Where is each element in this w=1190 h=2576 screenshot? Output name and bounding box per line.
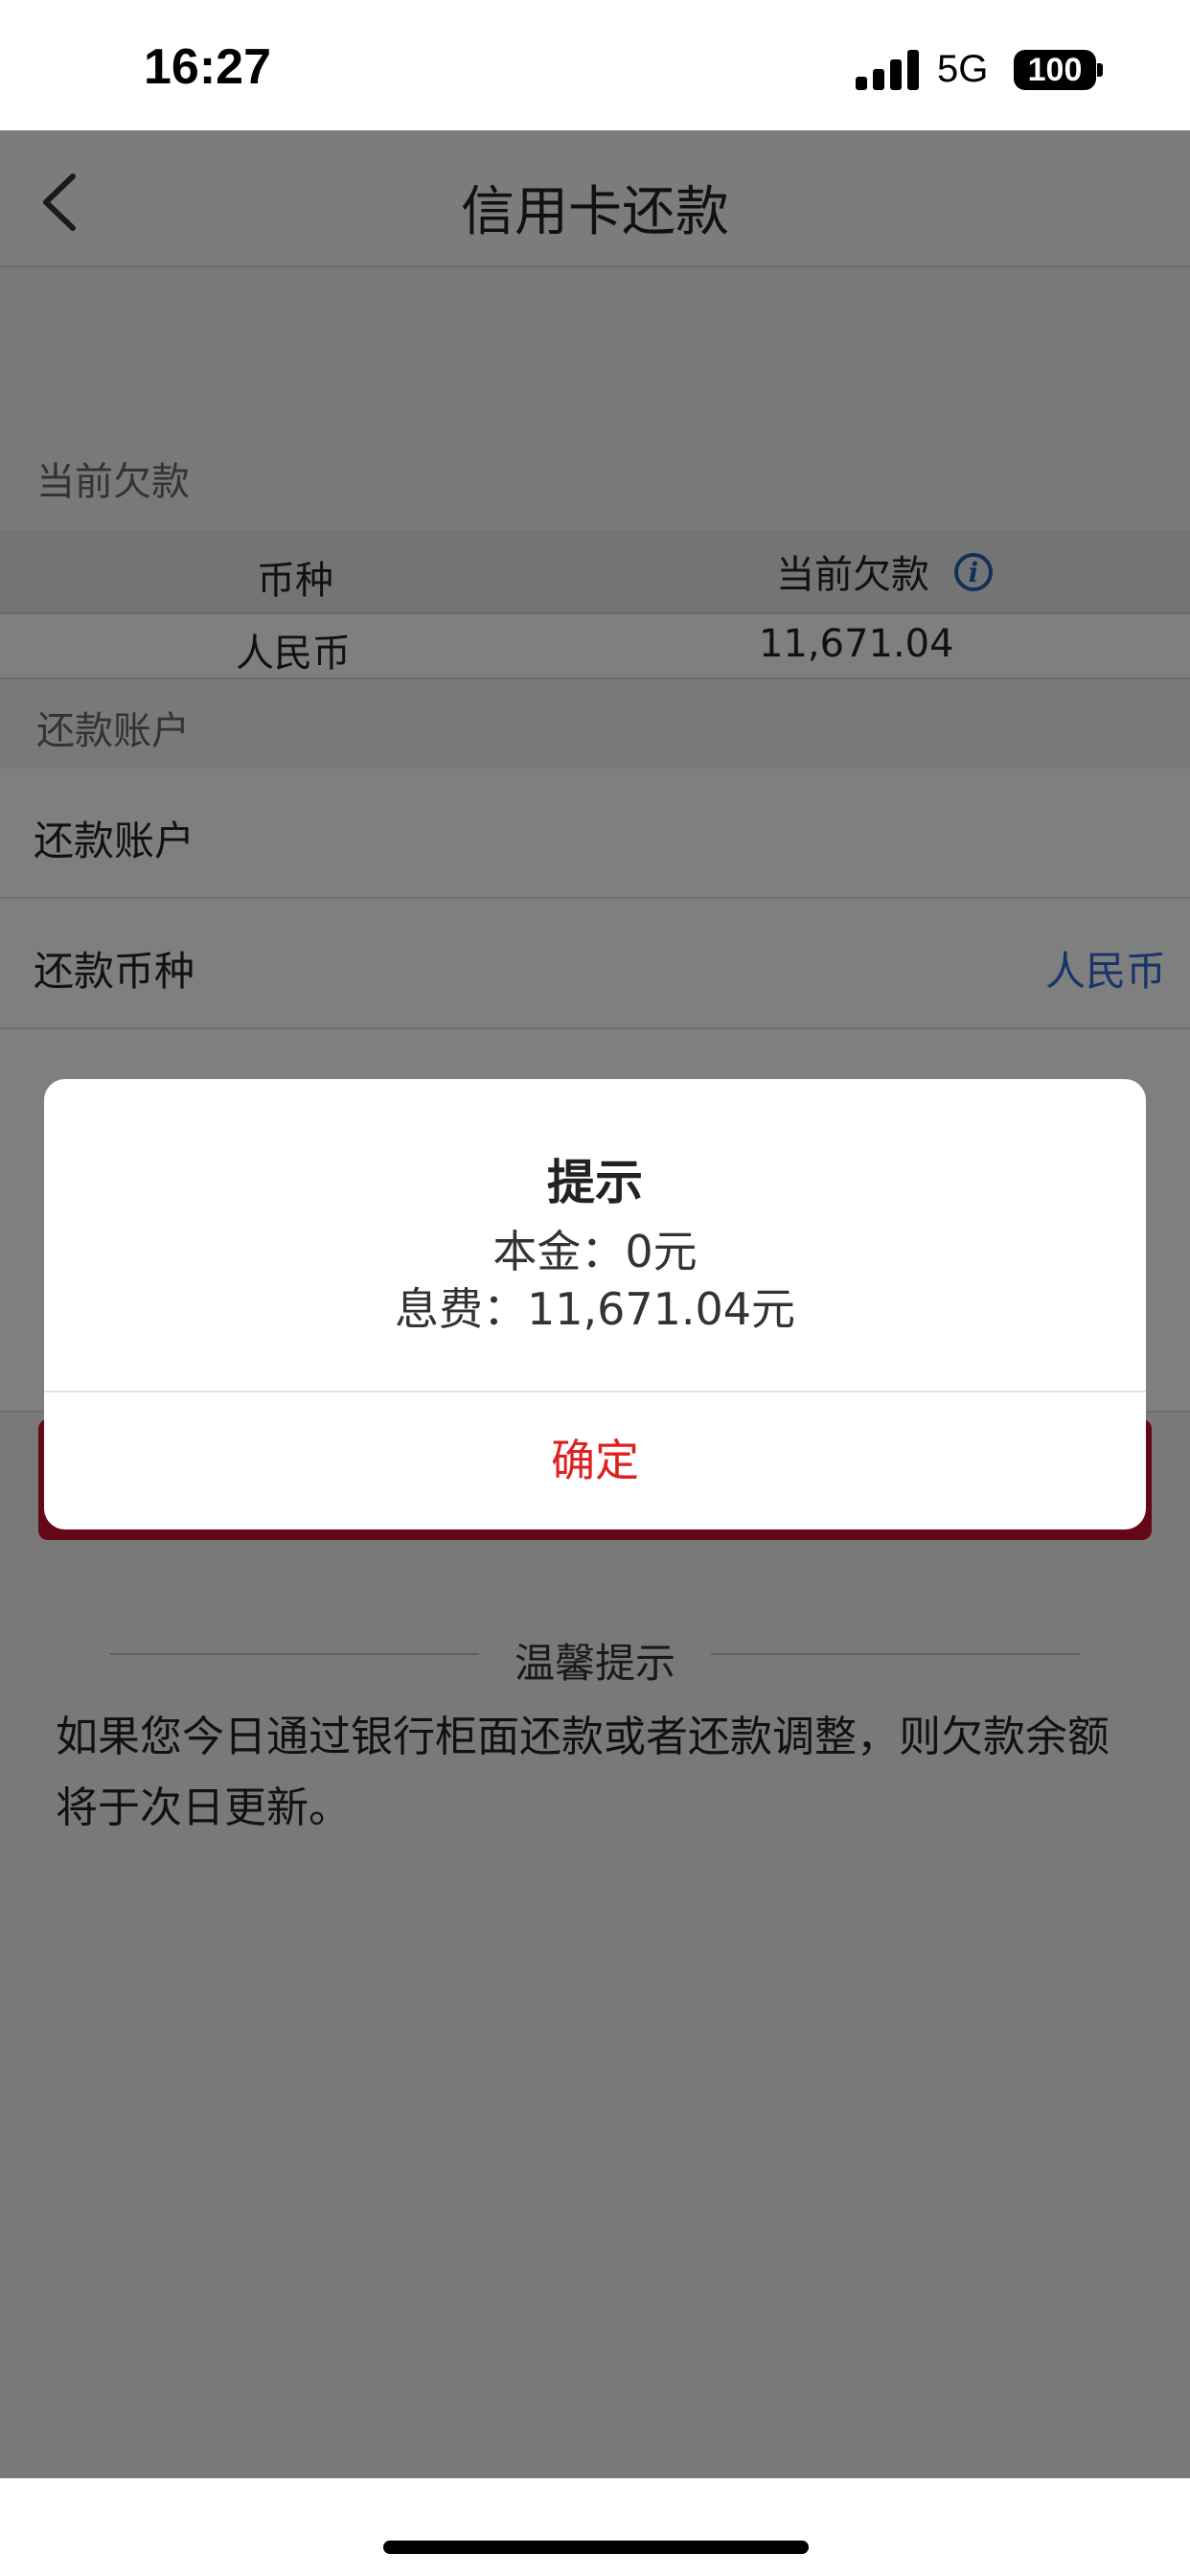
home-indicator-area	[0, 2478, 1190, 2576]
battery-nub	[1097, 63, 1103, 77]
network-type: 5G	[937, 48, 989, 90]
alert-dialog: 提示 本金：0元 息费：11,671.04元 确定	[44, 1079, 1146, 1530]
status-time: 16:27	[144, 39, 271, 95]
home-indicator[interactable]	[383, 2541, 809, 2554]
dialog-fee-line: 息费：11,671.04元	[394, 1283, 796, 1335]
cellular-signal-icon	[856, 48, 919, 90]
dialog-title: 提示	[547, 1155, 643, 1210]
dialog-principal-line: 本金：0元	[492, 1226, 698, 1277]
confirm-button[interactable]: 确定	[44, 1392, 1146, 1530]
battery-icon: 100	[1014, 50, 1096, 90]
status-bar: 16:27 5G 100	[0, 0, 1190, 130]
